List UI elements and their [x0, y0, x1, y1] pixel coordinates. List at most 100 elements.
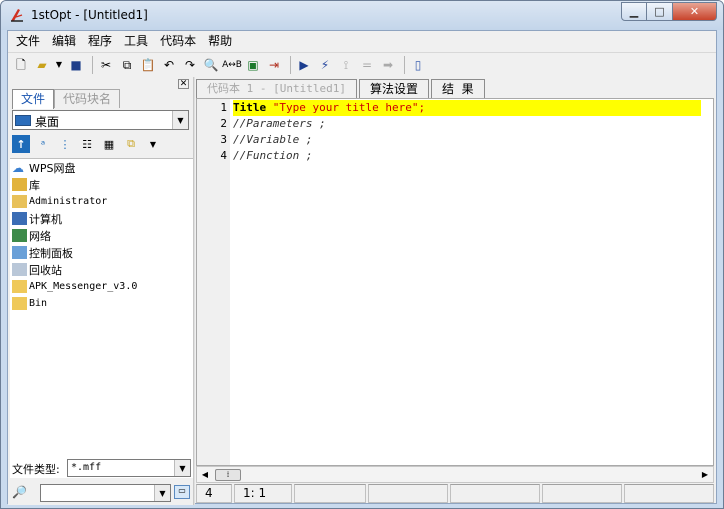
status-cell — [294, 484, 366, 503]
maximize-button[interactable]: □ — [647, 2, 673, 21]
code-line[interactable]: //Variable ; — [233, 132, 312, 148]
search-icon[interactable]: 🔎 — [12, 485, 32, 501]
list-item[interactable]: Administrator — [12, 193, 107, 210]
item-label: Administrator — [29, 196, 108, 207]
item-label: 回收站 — [29, 263, 62, 277]
redo-icon[interactable]: ↷ — [181, 56, 199, 74]
panel-splitter[interactable] — [193, 77, 195, 505]
cloud-icon: ☁ — [12, 161, 24, 175]
code-line[interactable]: //Parameters ; — [233, 116, 326, 132]
tab-codebook[interactable]: 代码本 1 - [Untitled1] — [196, 79, 357, 98]
network-icon — [12, 229, 27, 242]
status-cell — [368, 484, 448, 503]
dropdown-arrow-icon[interactable]: ▼ — [54, 56, 64, 74]
scroll-left-icon[interactable]: ◀ — [199, 469, 211, 481]
copy-files-icon[interactable]: ⧉ — [122, 135, 140, 153]
status-position: 1: 1 — [234, 484, 292, 503]
menu-edit[interactable]: 编辑 — [46, 31, 82, 51]
save-icon[interactable]: ■ — [67, 56, 85, 74]
status-cell — [542, 484, 622, 503]
file-list: ☁ WPS网盘 库 Administrator 计算机 网络 控制面板 回收站 … — [10, 158, 193, 478]
find-icon[interactable]: 🔍 — [202, 56, 220, 74]
line-number: 2 — [220, 117, 227, 130]
list-item[interactable]: ☁ WPS网盘 — [12, 159, 76, 176]
menu-help[interactable]: 帮助 — [202, 31, 238, 51]
chevron-down-icon[interactable]: ▼ — [174, 460, 190, 476]
code-editor[interactable]: 1 2 3 4 Title "Type your title here"; //… — [196, 98, 714, 466]
menu-file[interactable]: 文件 — [10, 31, 46, 51]
run-icon[interactable]: ▶ — [295, 56, 313, 74]
app-window: 1stOpt - [Untitled1] ▁ □ ✕ 文件 编辑 程序 工具 代… — [0, 0, 724, 509]
recycle-bin-icon — [12, 263, 27, 276]
title-bar: 1stOpt - [Untitled1] ▁ □ ✕ — [1, 1, 723, 30]
file-type-label: 文件类型: — [12, 463, 60, 476]
excel-icon[interactable]: ▣ — [244, 56, 262, 74]
dropdown-arrow-icon[interactable]: ▼ — [144, 135, 162, 153]
item-label: 库 — [29, 178, 40, 192]
scroll-thumb[interactable]: ⁞ — [215, 469, 241, 481]
drive-select[interactable]: 桌面 ▼ — [12, 110, 189, 130]
small-icons-view-icon[interactable]: ⋮ — [56, 135, 74, 153]
list-item[interactable]: APK_Messenger_v3.0 — [12, 278, 137, 295]
undo-icon[interactable]: ↶ — [160, 56, 178, 74]
list-item[interactable]: 网络 — [12, 227, 51, 244]
replace-icon[interactable]: A↔B — [222, 56, 242, 74]
details-view-icon[interactable]: ▦ — [100, 135, 118, 153]
search-go-icon[interactable]: ▭ — [174, 485, 190, 499]
cut-icon[interactable]: ✂ — [97, 56, 115, 74]
item-label: 控制面板 — [29, 246, 73, 260]
scroll-right-icon[interactable]: ▶ — [699, 469, 711, 481]
panel-close-icon[interactable]: ✕ — [178, 79, 189, 89]
exit-icon[interactable]: ▯ — [409, 56, 427, 74]
menu-tools[interactable]: 工具 — [118, 31, 154, 51]
wand-icon[interactable]: ⚡ — [316, 56, 334, 74]
file-type-select[interactable]: *.mff ▼ — [67, 459, 191, 477]
close-button[interactable]: ✕ — [673, 2, 717, 21]
large-icons-view-icon[interactable]: ᵃ — [34, 135, 52, 153]
line-number: 3 — [220, 133, 227, 146]
step-icon[interactable]: ⟟ — [337, 56, 355, 74]
list-item[interactable]: 控制面板 — [12, 244, 73, 261]
minimize-button[interactable]: ▁ — [621, 2, 647, 21]
desktop-icon — [15, 115, 31, 126]
folder-icon — [12, 297, 27, 310]
copy-icon[interactable]: ⧉ — [118, 56, 136, 74]
up-folder-icon[interactable]: ↑ — [12, 135, 30, 153]
file-browser-panel: ✕ 文件 代码块名 桌面 ▼ ↑ ᵃ ⋮ ☷ ▦ ⧉ ▼ ☁ WPS网盘 库 A… — [8, 77, 193, 505]
menu-program[interactable]: 程序 — [82, 31, 118, 51]
chevron-down-icon[interactable]: ▼ — [172, 111, 188, 129]
list-item[interactable]: 计算机 — [12, 210, 62, 227]
status-cell — [450, 484, 540, 503]
file-type-value: *.mff — [71, 462, 102, 473]
main-toolbar: 🗋 ▰ ▼ ■ ✂ ⧉ 📋 ↶ ↷ 🔍 A↔B ▣ ⇥ ▶ ⚡ ⟟ = ➡ ▯ — [8, 52, 716, 77]
horizontal-scrollbar[interactable]: ◀ ⁞ ▶ — [196, 466, 714, 483]
list-item[interactable]: 库 — [12, 176, 40, 193]
next-icon[interactable]: ➡ — [379, 56, 397, 74]
new-file-icon[interactable]: 🗋 — [12, 56, 30, 74]
code-line[interactable]: //Function ; — [233, 148, 312, 164]
client-area: 文件 编辑 程序 工具 代码本 帮助 🗋 ▰ ▼ ■ ✂ ⧉ 📋 ↶ ↷ 🔍 A… — [7, 30, 717, 505]
equals-icon[interactable]: = — [358, 56, 376, 74]
list-view-icon[interactable]: ☷ — [78, 135, 96, 153]
tab-algorithm-settings[interactable]: 算法设置 — [358, 79, 429, 98]
line-number: 1 — [220, 101, 227, 114]
tab-results[interactable]: 结 果 — [430, 79, 485, 98]
browser-toolbar: ↑ ᵃ ⋮ ☷ ▦ ⧉ ▼ — [12, 133, 166, 155]
toolbar-separator — [92, 56, 93, 74]
tab-code-blocks[interactable]: 代码块名 — [54, 89, 121, 108]
status-bar: 4 1: 1 — [196, 484, 716, 503]
list-item[interactable]: 回收站 — [12, 261, 62, 278]
insert-icon[interactable]: ⇥ — [265, 56, 283, 74]
code-line[interactable]: Title "Type your title here"; — [233, 100, 701, 116]
chevron-down-icon[interactable]: ▼ — [154, 485, 170, 501]
window-title: 1stOpt - [Untitled1] — [31, 8, 148, 22]
list-item[interactable]: Bin — [12, 295, 47, 312]
open-folder-icon[interactable]: ▰ — [33, 56, 51, 74]
menu-bar: 文件 编辑 程序 工具 代码本 帮助 — [8, 31, 716, 51]
toolbar-separator — [404, 56, 405, 74]
folder-icon — [12, 280, 27, 293]
paste-icon[interactable]: 📋 — [139, 56, 157, 74]
tab-files[interactable]: 文件 — [12, 89, 55, 109]
search-input[interactable]: ▼ — [40, 484, 171, 502]
menu-codebook[interactable]: 代码本 — [154, 31, 202, 51]
